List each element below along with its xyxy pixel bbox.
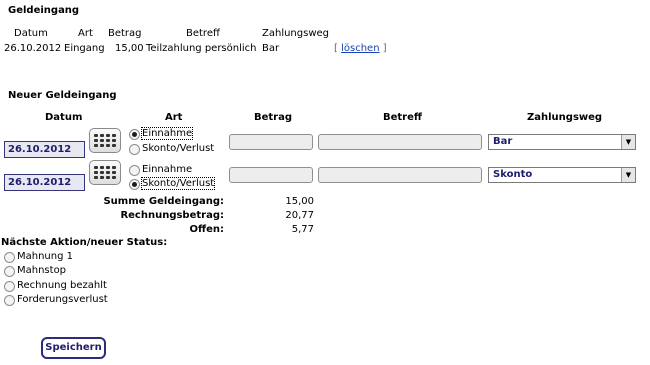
- label-rechnung-bezahlt[interactable]: Rechnung bezahlt: [17, 280, 107, 291]
- new-header-art: Art: [165, 112, 183, 123]
- chevron-down-icon[interactable]: ▼: [621, 135, 635, 149]
- summary-label-offen: Offen:: [189, 224, 224, 235]
- new-header-zahlungsweg: Zahlungsweg: [527, 112, 603, 123]
- summary-value-offen: 5,77: [291, 224, 314, 235]
- summary-label-summe: Summe Geldeingang:: [103, 196, 224, 207]
- label-einnahme-2[interactable]: Einnahme: [142, 164, 192, 175]
- summary-value-summe: 15,00: [285, 196, 314, 207]
- delete-link[interactable]: löschen: [341, 43, 379, 54]
- date-input-1[interactable]: 26.10.2012: [4, 141, 85, 158]
- betreff-input-1[interactable]: [318, 134, 482, 150]
- col-header-betrag: Betrag: [108, 28, 142, 39]
- zahlungsweg-value-2: Skonto: [493, 169, 533, 180]
- row-art: Eingang: [64, 43, 105, 54]
- new-header-betrag: Betrag: [254, 112, 293, 123]
- radio-skonto-1[interactable]: [129, 144, 140, 155]
- summary-value-rechnungsbetrag: 20,77: [285, 210, 314, 221]
- row-datum: 26.10.2012: [4, 43, 62, 54]
- label-skonto-1[interactable]: Skonto/Verlust: [142, 143, 214, 154]
- new-header-betreff: Betreff: [383, 112, 422, 123]
- radio-mahnstop[interactable]: [4, 266, 15, 277]
- date-input-2[interactable]: 26.10.2012: [4, 174, 85, 191]
- bracket-close: ]: [382, 43, 387, 54]
- label-skonto-2[interactable]: Skonto/Verlust: [140, 177, 216, 190]
- row-betrag: 15,00: [115, 43, 144, 54]
- calendar-button-1[interactable]: [89, 128, 121, 153]
- next-action-heading: Nächste Aktion/neuer Status:: [1, 237, 168, 248]
- bracket-open: [: [334, 43, 338, 54]
- betrag-input-2[interactable]: [229, 167, 313, 183]
- col-header-art: Art: [78, 28, 93, 39]
- save-button[interactable]: Speichern: [41, 337, 106, 359]
- label-mahnung-1[interactable]: Mahnung 1: [17, 251, 73, 262]
- col-header-betreff: Betreff: [186, 28, 220, 39]
- betreff-input-2[interactable]: [318, 167, 482, 183]
- label-einnahme-1[interactable]: Einnahme: [140, 127, 194, 140]
- col-header-datum: Datum: [14, 28, 48, 39]
- radio-einnahme-2[interactable]: [129, 165, 140, 176]
- zahlungsweg-select-1[interactable]: Bar ▼: [488, 134, 636, 150]
- betrag-input-1[interactable]: [229, 134, 313, 150]
- new-header-datum: Datum: [45, 112, 83, 123]
- calendar-button-2[interactable]: [89, 160, 121, 185]
- row-zahlungsweg: Bar: [262, 43, 280, 54]
- radio-einnahme-1[interactable]: [129, 129, 140, 140]
- zahlungsweg-value-1: Bar: [493, 136, 513, 147]
- summary-label-rechnungsbetrag: Rechnungsbetrag:: [120, 210, 224, 221]
- label-forderungsverlust[interactable]: Forderungsverlust: [17, 294, 108, 305]
- radio-mahnung-1[interactable]: [4, 252, 15, 263]
- row-betreff: Teilzahlung persönlich: [146, 43, 257, 54]
- radio-forderungsverlust[interactable]: [4, 295, 15, 306]
- label-mahnstop[interactable]: Mahnstop: [17, 265, 66, 276]
- zahlungsweg-select-2[interactable]: Skonto ▼: [488, 167, 636, 183]
- calendar-icon: [94, 166, 116, 179]
- radio-skonto-2[interactable]: [129, 179, 140, 190]
- radio-rechnung-bezahlt[interactable]: [4, 281, 15, 292]
- chevron-down-icon[interactable]: ▼: [621, 168, 635, 182]
- new-entry-heading: Neuer Geldeingang: [8, 90, 117, 101]
- calendar-icon: [94, 134, 116, 147]
- col-header-zahlungsweg: Zahlungsweg: [262, 28, 330, 39]
- existing-heading: Geldeingang: [8, 5, 80, 16]
